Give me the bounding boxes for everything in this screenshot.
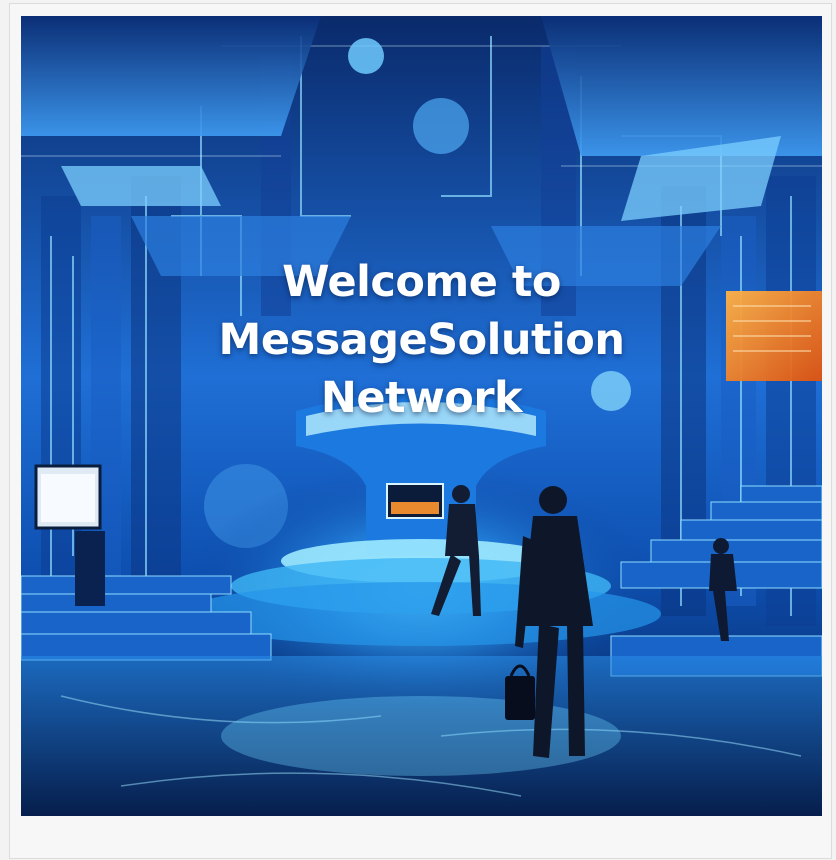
welcome-headline: Welcome to MessageSolution Network — [21, 253, 822, 427]
headline-line-2: MessageSolution — [218, 315, 625, 365]
headline-line-3: Network — [320, 373, 523, 423]
hero-image: Welcome to MessageSolution Network — [21, 16, 822, 816]
headline-line-1: Welcome to — [282, 257, 561, 307]
